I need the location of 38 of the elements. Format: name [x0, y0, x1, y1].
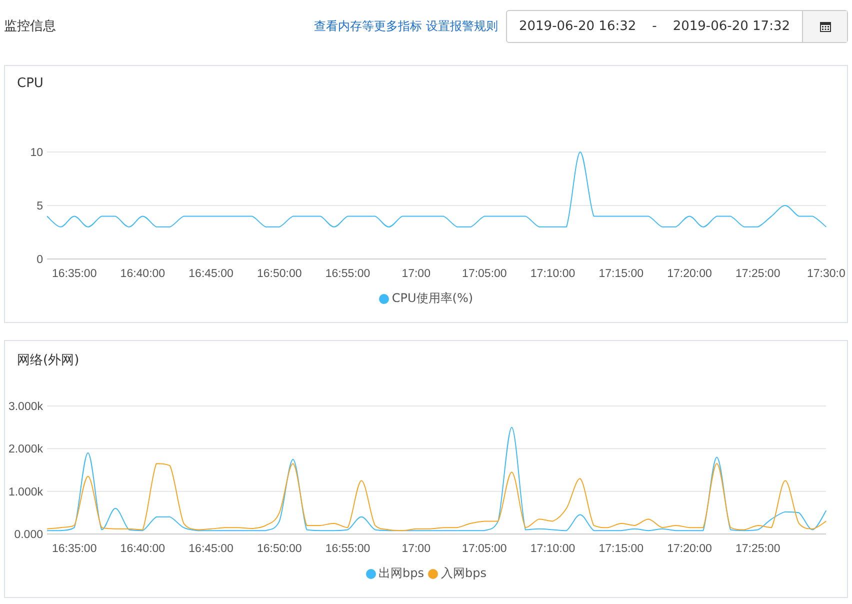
legend-label[interactable]: 入网bps — [441, 565, 486, 582]
x-axis-label: 17:25:00 — [735, 543, 780, 555]
x-axis-label: 17:00 — [402, 268, 430, 280]
x-axis-label: 17:20:00 — [667, 268, 712, 280]
legend-label[interactable]: CPU使用率(%) — [392, 290, 474, 307]
y-axis-label: 0 — [36, 254, 43, 266]
x-axis-label: 16:55:00 — [325, 268, 370, 280]
chart-title: 网络(外网) — [16, 352, 80, 370]
x-axis-label: 16:55:00 — [325, 543, 370, 555]
chart-title: CPU — [16, 75, 44, 93]
x-axis-label: 17:20:00 — [667, 543, 712, 555]
x-axis-label: 17:10:00 — [530, 268, 576, 280]
page-title: 监控信息 — [4, 18, 57, 35]
y-axis-label: 0.000 — [14, 529, 43, 541]
x-axis-label: 16:50:00 — [257, 543, 302, 555]
x-axis-label: 17:10:00 — [530, 543, 576, 555]
y-axis-label: 2.000k — [8, 444, 43, 456]
x-axis-label: 17:00 — [402, 543, 430, 555]
x-axis-label: 16:35:00 — [52, 268, 97, 280]
x-axis-label: 16:40:00 — [120, 268, 166, 280]
y-axis-label: 10 — [30, 147, 43, 159]
y-axis-label: 1.000k — [8, 486, 43, 498]
x-axis-label: 16:45:00 — [188, 268, 234, 280]
x-axis-label: 17:15:00 — [598, 268, 644, 280]
x-axis-label: 17:25:00 — [735, 268, 780, 280]
x-axis-label: 16:35:00 — [52, 543, 97, 555]
x-axis-label: 17:30:0 — [807, 268, 846, 280]
x-axis-label: 17:15:00 — [598, 543, 644, 555]
y-axis-label: 3.000k — [8, 401, 43, 413]
legend-label[interactable]: 出网bps — [378, 565, 424, 582]
x-axis-label: 17:05:00 — [462, 543, 507, 555]
header-link[interactable]: 设置报警规则 — [426, 18, 498, 34]
x-axis-label: 16:45:00 — [188, 543, 234, 555]
x-axis-label: 16:40:00 — [120, 543, 166, 555]
x-axis-label: 17:05:00 — [462, 268, 507, 280]
y-axis-label: 5 — [36, 200, 43, 212]
header-link[interactable]: 查看内存等更多指标 — [314, 18, 422, 34]
x-axis-label: 16:50:00 — [257, 268, 302, 280]
